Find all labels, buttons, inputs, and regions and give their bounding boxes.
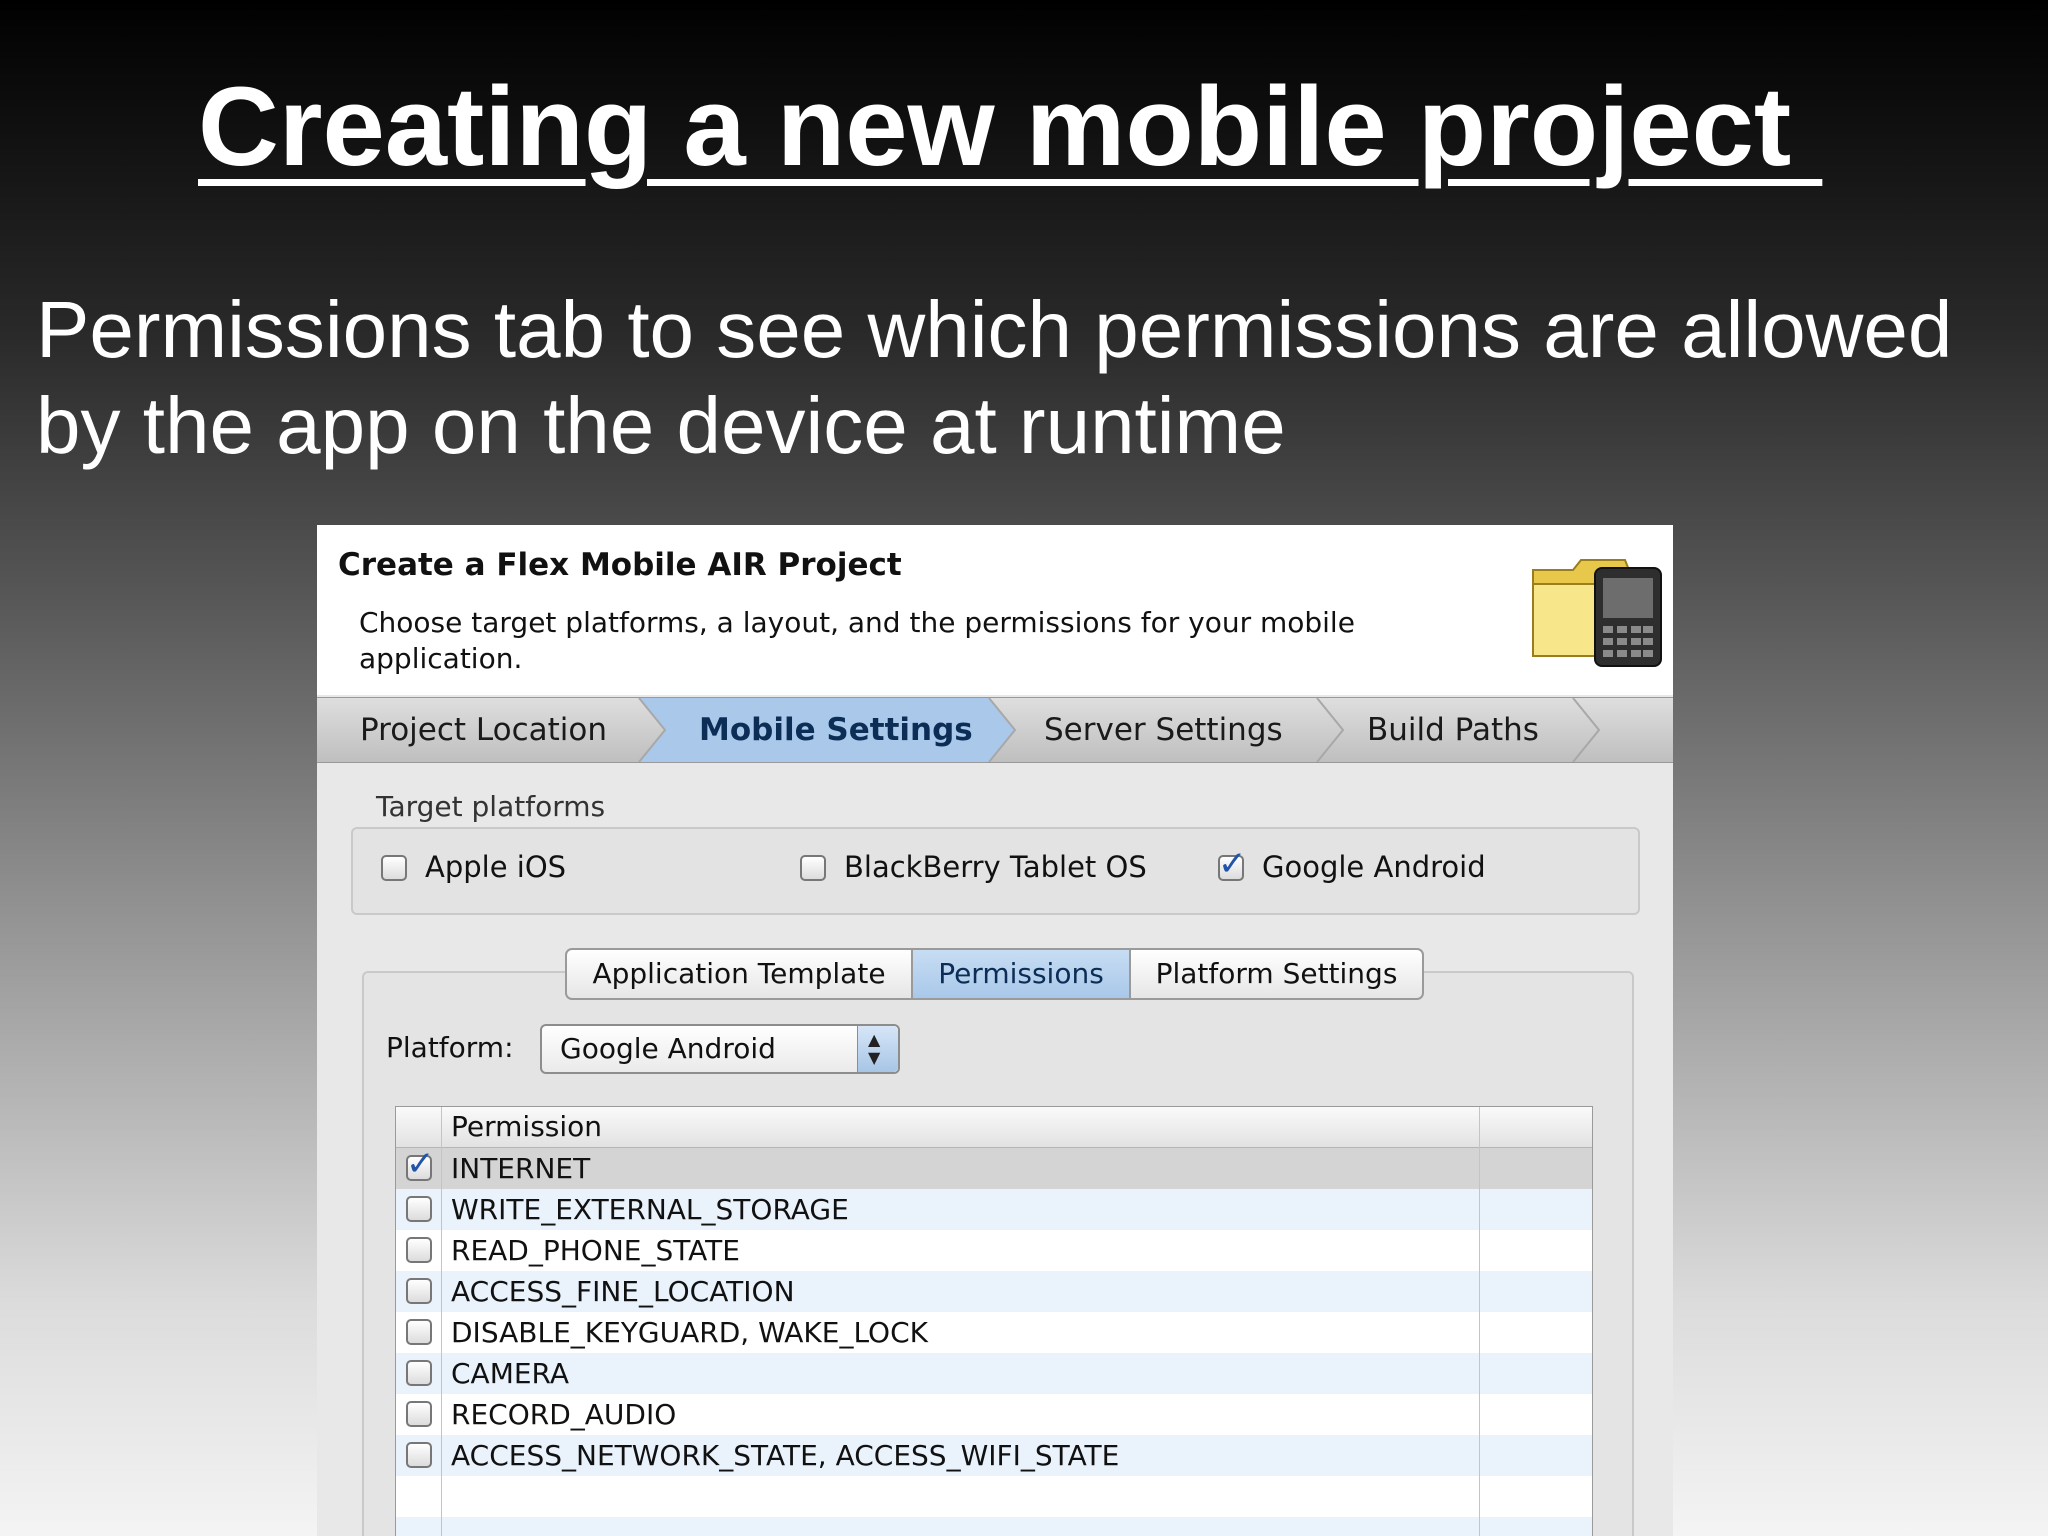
permission-checkbox[interactable] — [406, 1319, 432, 1345]
blackberry-label: BlackBerry Tablet OS — [844, 850, 1147, 884]
dialog-title: Create a Flex Mobile AIR Project — [338, 547, 902, 583]
permission-label: CAMERA — [451, 1357, 570, 1390]
checkmark-icon: ✓ — [406, 1144, 435, 1184]
permission-label: INTERNET — [451, 1152, 591, 1185]
column-divider — [1479, 1107, 1480, 1536]
tab-platform-settings[interactable]: Platform Settings — [1131, 950, 1422, 998]
permissions-table-header: Permission — [396, 1107, 1592, 1148]
table-row[interactable]: CAMERA — [396, 1353, 1592, 1394]
table-row[interactable]: RECORD_AUDIO — [396, 1394, 1592, 1435]
create-project-dialog: Create a Flex Mobile AIR Project Choose … — [317, 525, 1673, 1536]
permission-label: DISABLE_KEYGUARD, WAKE_LOCK — [451, 1316, 928, 1349]
checkmark-icon: ✓ — [1218, 844, 1247, 884]
wizard-step-project-location[interactable]: Project Location — [360, 698, 607, 762]
permission-checkbox[interactable] — [406, 1196, 432, 1222]
permission-label: ACCESS_NETWORK_STATE, ACCESS_WIFI_STATE — [451, 1439, 1120, 1472]
wizard-step-build-paths[interactable]: Build Paths — [1367, 698, 1539, 762]
permission-label: WRITE_EXTERNAL_STORAGE — [451, 1193, 849, 1226]
column-divider — [441, 1107, 442, 1536]
empty-table-row — [396, 1517, 1592, 1536]
google-android-label: Google Android — [1262, 850, 1486, 884]
target-platforms-label: Target platforms — [376, 790, 606, 823]
permission-checkbox[interactable]: ✓ — [406, 1147, 435, 1181]
table-row[interactable]: ACCESS_NETWORK_STATE, ACCESS_WIFI_STATE — [396, 1435, 1592, 1476]
permission-label: RECORD_AUDIO — [451, 1398, 677, 1431]
table-row[interactable]: ACCESS_FINE_LOCATION — [396, 1271, 1592, 1312]
dialog-header: Create a Flex Mobile AIR Project Choose … — [317, 525, 1673, 695]
table-row[interactable]: DISABLE_KEYGUARD, WAKE_LOCK — [396, 1312, 1592, 1353]
slide-title: Creating a new mobile project — [198, 64, 1823, 189]
permission-checkbox[interactable] — [406, 1442, 432, 1468]
blackberry-checkbox[interactable] — [800, 855, 826, 881]
tab-permissions[interactable]: Permissions — [913, 950, 1131, 998]
apple-ios-label: Apple iOS — [425, 850, 567, 884]
settings-tabs: Application Template Permissions Platfor… — [565, 948, 1424, 1000]
permission-column-header[interactable]: Permission — [451, 1107, 602, 1147]
google-android-checkbox[interactable]: ✓ — [1218, 847, 1247, 881]
permissions-table: Permission ✓ INTERNET WRITE_EXTERNAL_STORA… — [395, 1106, 1593, 1536]
select-arrows-icon[interactable]: ▲ ▼ — [857, 1026, 898, 1072]
table-row[interactable]: READ_PHONE_STATE — [396, 1230, 1592, 1271]
wizard-steps: Project Location Mobile Settings Server … — [317, 697, 1673, 763]
permission-label: ACCESS_FINE_LOCATION — [451, 1275, 795, 1308]
platform-select[interactable]: Google Android ▲ ▼ — [540, 1024, 900, 1074]
permission-checkbox[interactable] — [406, 1237, 432, 1263]
apple-ios-checkbox[interactable] — [381, 855, 407, 881]
permission-label: READ_PHONE_STATE — [451, 1234, 740, 1267]
dialog-description: Choose target platforms, a layout, and t… — [359, 606, 1355, 675]
wizard-step-mobile-settings[interactable]: Mobile Settings — [699, 698, 973, 762]
table-row[interactable]: ✓ INTERNET — [396, 1147, 1592, 1189]
folder-with-phone-icon — [1532, 559, 1662, 667]
slide-body-text: Permissions tab to see which permissions… — [36, 285, 1953, 470]
platform-label: Platform: — [386, 1031, 514, 1064]
permission-checkbox[interactable] — [406, 1360, 432, 1386]
tab-application-template[interactable]: Application Template — [567, 950, 913, 998]
platform-select-value: Google Android — [560, 1032, 776, 1065]
permission-checkbox[interactable] — [406, 1401, 432, 1427]
empty-table-row — [396, 1476, 1592, 1517]
wizard-step-server-settings[interactable]: Server Settings — [1044, 698, 1283, 762]
table-row[interactable]: WRITE_EXTERNAL_STORAGE — [396, 1189, 1592, 1230]
permission-checkbox[interactable] — [406, 1278, 432, 1304]
